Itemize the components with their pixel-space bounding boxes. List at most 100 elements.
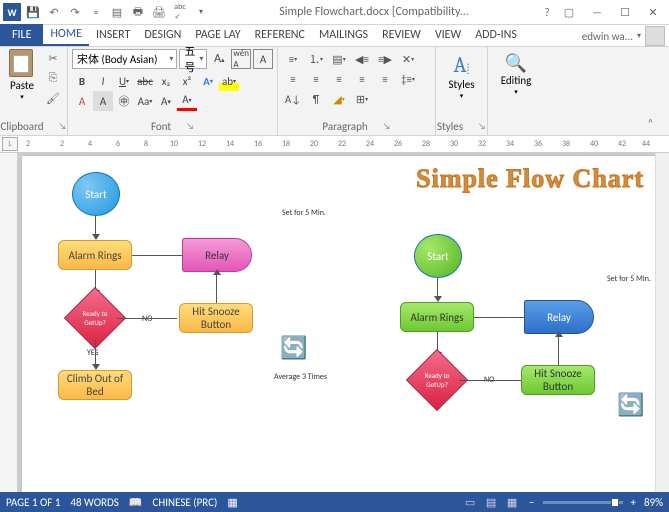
align-center-icon[interactable]: ≡ [305, 69, 327, 89]
minimize-icon[interactable]: — [584, 2, 610, 22]
subscript-icon[interactable]: x₂ [156, 71, 176, 91]
new-icon[interactable]: ▫ [87, 3, 105, 21]
tab-design[interactable]: DESIGN [137, 24, 188, 46]
status-proofing-icon[interactable]: 📖 [129, 496, 143, 509]
tab-review[interactable]: REVIEW [375, 24, 428, 46]
zoom-slider[interactable] [543, 501, 623, 504]
zoom-in-icon[interactable]: + [631, 496, 636, 509]
undo-icon[interactable]: ↶ [45, 3, 63, 21]
read-mode-icon[interactable]: ▭ [461, 495, 479, 509]
numbering-icon[interactable]: ⒈▾ [305, 49, 327, 69]
close-icon[interactable]: ✕ [640, 2, 666, 22]
char-shading-icon[interactable]: A [93, 91, 113, 111]
shading-icon[interactable]: ◢▾ [328, 89, 350, 109]
copy-icon[interactable]: ⎘ [43, 69, 63, 87]
user-dropdown-icon[interactable]: ▾ [637, 31, 641, 41]
font-color-icon[interactable]: A▾ [177, 91, 197, 111]
fc-relay-right: Relay [524, 300, 594, 334]
italic-icon[interactable]: I [93, 71, 113, 91]
font-size-combo[interactable]: 五号▾ [179, 49, 207, 69]
justify-icon[interactable]: ≡ [351, 69, 373, 89]
print-layout-icon[interactable]: ▤ [482, 495, 500, 509]
user-info[interactable]: edwin wa... ▾ [582, 26, 669, 46]
line-spacing-icon[interactable]: ‡≡▾ [397, 69, 419, 89]
zoom-value[interactable]: 89% [644, 496, 663, 509]
tab-mailings[interactable]: MAILINGS [312, 24, 375, 46]
status-page[interactable]: PAGE 1 OF 1 [6, 496, 60, 509]
qat-dropdown-icon[interactable]: ▾ [192, 3, 210, 21]
styles-button[interactable]: A⁞ Styles ▾ [440, 49, 483, 103]
phonetic-icon[interactable]: wénA [231, 49, 251, 69]
font-name-combo[interactable]: 宋体 (Body Asian)▾ [72, 49, 177, 69]
tab-view[interactable]: VIEW [428, 24, 468, 46]
ruler-scale: 2246810121416182022242628303234363840424… [22, 136, 669, 152]
tab-file[interactable]: FILE [0, 24, 43, 46]
format-painter-icon[interactable]: 🖌 [43, 89, 63, 107]
borders-icon[interactable]: ⊞▾ [351, 89, 373, 109]
web-layout-icon[interactable]: ▦ [503, 495, 521, 509]
status-words[interactable]: 48 WORDS [70, 496, 118, 509]
grow-font-icon[interactable]: A▴ [209, 49, 229, 69]
ribbon-options-icon[interactable]: ▢ [556, 2, 582, 22]
tab-layout[interactable]: PAGE LAY [188, 24, 247, 46]
align-right-icon[interactable]: ≡ [328, 69, 350, 89]
bold-icon[interactable]: B [72, 71, 92, 91]
status-language[interactable]: CHINESE (PRC) [153, 496, 218, 509]
print-icon[interactable]: 🖨 [150, 3, 168, 21]
user-name: edwin wa... [582, 30, 633, 43]
ruler-vertical[interactable] [0, 153, 18, 492]
align-left-icon[interactable]: ≡ [282, 69, 304, 89]
decrease-indent-icon[interactable]: ◀≡ [351, 49, 373, 69]
change-case-icon[interactable]: Aa▾ [135, 91, 155, 111]
open-icon[interactable]: ▤ [108, 3, 126, 21]
cut-icon[interactable]: ✂ [43, 49, 63, 67]
clear-format-icon[interactable]: A [72, 91, 92, 111]
text-effects-icon[interactable]: A▾ [198, 71, 218, 91]
ruler-horizontal[interactable]: L 22468101214161820222426283032343638404… [0, 136, 669, 153]
ruler-tab-selector[interactable]: L [2, 137, 18, 151]
save-icon[interactable]: 💾 [24, 3, 42, 21]
styles-label: Styles [437, 120, 463, 133]
strikethrough-icon[interactable]: abc [135, 71, 155, 91]
char-border-icon[interactable]: A [253, 49, 273, 69]
fc-alarm-right: Alarm Rings [400, 302, 474, 332]
paste-button[interactable]: Paste ▾ [4, 49, 40, 107]
scrollbar-vertical[interactable] [655, 153, 669, 492]
avatar-icon[interactable] [645, 26, 665, 46]
fc-alarm-left: Alarm Rings [58, 240, 132, 270]
bullets-icon[interactable]: ≡▾ [282, 49, 304, 69]
styles-icon: A⁞ [453, 52, 469, 78]
tab-insert[interactable]: INSERT [89, 24, 137, 46]
zoom-out-icon[interactable]: − [529, 496, 534, 509]
distributed-icon[interactable]: ≡ [374, 69, 396, 89]
clipboard-launcher-icon[interactable]: ↘ [59, 121, 67, 132]
help-icon[interactable]: ? [538, 3, 556, 21]
highlight-icon[interactable]: ab▾ [219, 71, 239, 91]
sort-icon[interactable]: A↓ [282, 89, 304, 109]
editing-button[interactable]: 🔍 Editing ▾ [492, 49, 540, 99]
enclose-icon[interactable]: ㊥ [114, 91, 134, 111]
group-styles: A⁞ Styles ▾ Styles ↘ [436, 47, 488, 135]
collapse-ribbon-icon[interactable]: ^ [648, 116, 666, 132]
underline-icon[interactable]: U▾ [114, 71, 134, 91]
tab-addins[interactable]: ADD-INS [468, 24, 524, 46]
ribbon-tabs: FILE HOME INSERT DESIGN PAGE LAY REFEREN… [0, 25, 669, 47]
print-preview-icon[interactable]: 🖶 [129, 3, 147, 21]
styles-launcher-icon[interactable]: ↘ [478, 121, 486, 132]
spell-icon[interactable]: abc✓ [171, 3, 189, 21]
show-marks-icon[interactable]: ¶ [305, 89, 327, 109]
asian-layout-icon[interactable]: ✕▾ [397, 49, 419, 69]
refresh-icon-left: 🔄 [280, 334, 307, 361]
paragraph-launcher-icon[interactable]: ↘ [383, 121, 391, 132]
maximize-icon[interactable]: ☐ [612, 2, 638, 22]
font-launcher-icon[interactable]: ↘ [186, 121, 194, 132]
status-macro-icon[interactable]: ▦ [227, 496, 237, 509]
redo-icon[interactable]: ↷ [66, 3, 84, 21]
multilevel-icon[interactable]: ▤▾ [328, 49, 350, 69]
increase-indent-icon[interactable]: ≡▶ [374, 49, 396, 69]
tab-home[interactable]: HOME [43, 24, 89, 46]
page[interactable]: Simple Flow Chart Start Alarm Rings Rela… [22, 156, 662, 492]
tab-references[interactable]: REFERENC [248, 24, 312, 46]
document-area: Simple Flow Chart Start Alarm Rings Rela… [0, 153, 669, 492]
shrink-font-icon[interactable]: A▾ [156, 91, 176, 111]
